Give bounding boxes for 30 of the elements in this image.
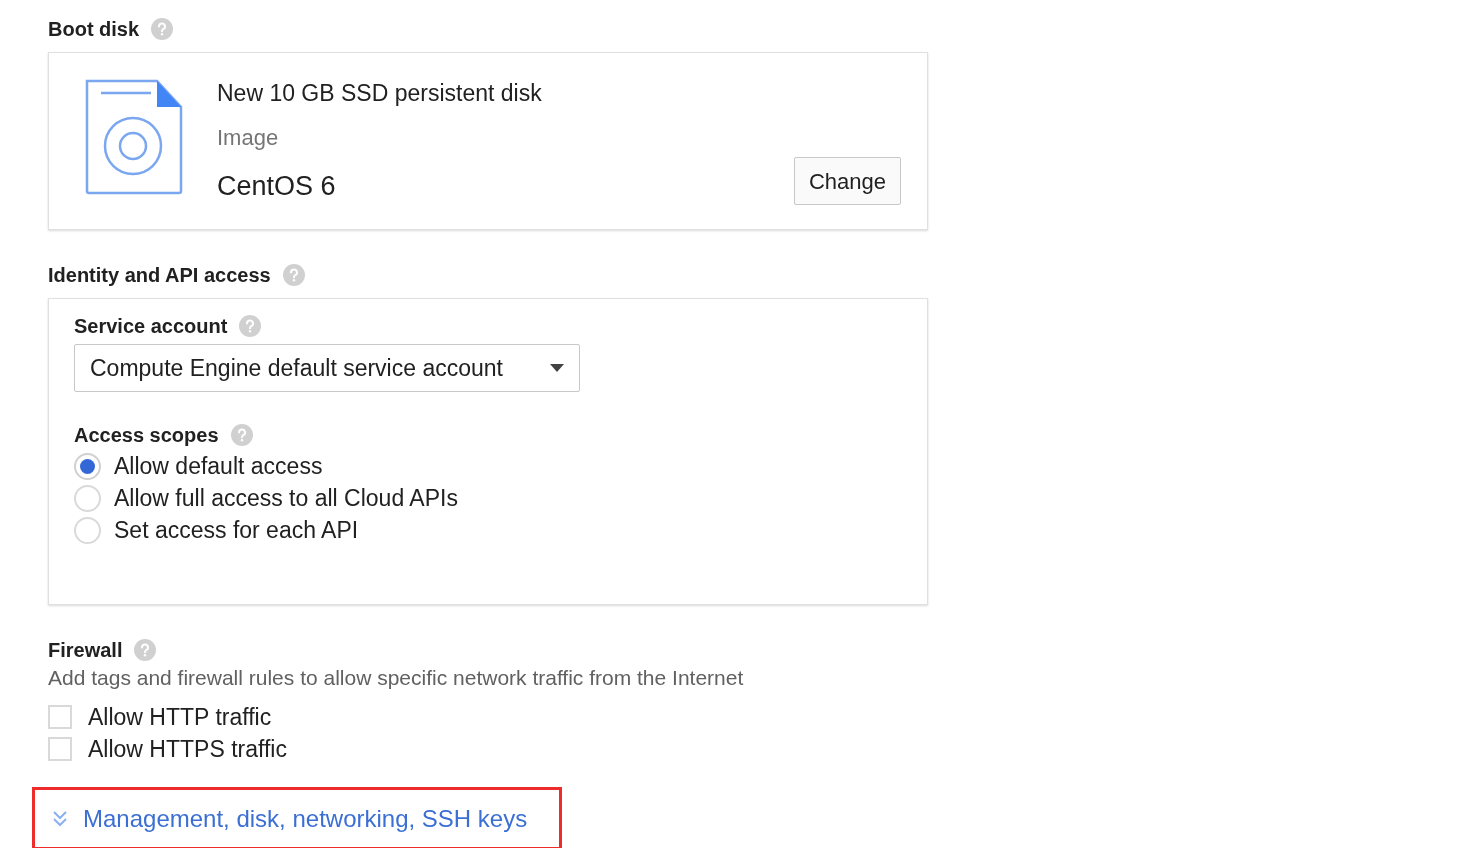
service-account-dropdown[interactable]: Compute Engine default service account — [74, 344, 580, 392]
help-icon[interactable] — [151, 18, 174, 40]
radio-button[interactable] — [74, 452, 101, 480]
field-label: Access scopes — [74, 423, 219, 448]
checkbox[interactable] — [48, 705, 72, 729]
firewall-description: Add tags and firewall rules to allow specific network traffic from the Internet — [48, 665, 745, 691]
image-label: Image — [217, 124, 280, 152]
help-icon[interactable] — [230, 424, 253, 446]
section-heading: Firewall — [48, 638, 123, 663]
radio-button[interactable] — [74, 516, 101, 544]
radio-button[interactable] — [74, 484, 101, 512]
section-heading: Boot disk — [48, 17, 140, 42]
section-heading: Identity and API access — [48, 263, 271, 288]
disk-image-icon — [85, 79, 183, 195]
disk-title: New 10 GB SSD persistent disk — [217, 79, 542, 107]
change-button[interactable]: Change — [793, 157, 901, 205]
caret-icon — [550, 364, 564, 372]
checkbox-label: Allow HTTPS traffic — [88, 734, 287, 764]
checkbox-label: Allow HTTP traffic — [88, 702, 272, 732]
radio-label: Allow full access to all Cloud APIs — [114, 483, 458, 513]
image-value: CentOS 6 — [217, 170, 337, 203]
double-chevron-icon — [53, 810, 67, 827]
field-label: Service account — [74, 314, 228, 339]
radio-label: Set access for each API — [114, 515, 359, 545]
help-icon[interactable] — [282, 264, 305, 286]
help-icon[interactable] — [134, 639, 157, 661]
radio-label: Allow default access — [114, 451, 323, 481]
help-icon[interactable] — [239, 315, 262, 337]
more-options-link[interactable]: Management, disk, networking, SSH keys — [53, 800, 528, 837]
checkbox[interactable] — [48, 737, 72, 761]
